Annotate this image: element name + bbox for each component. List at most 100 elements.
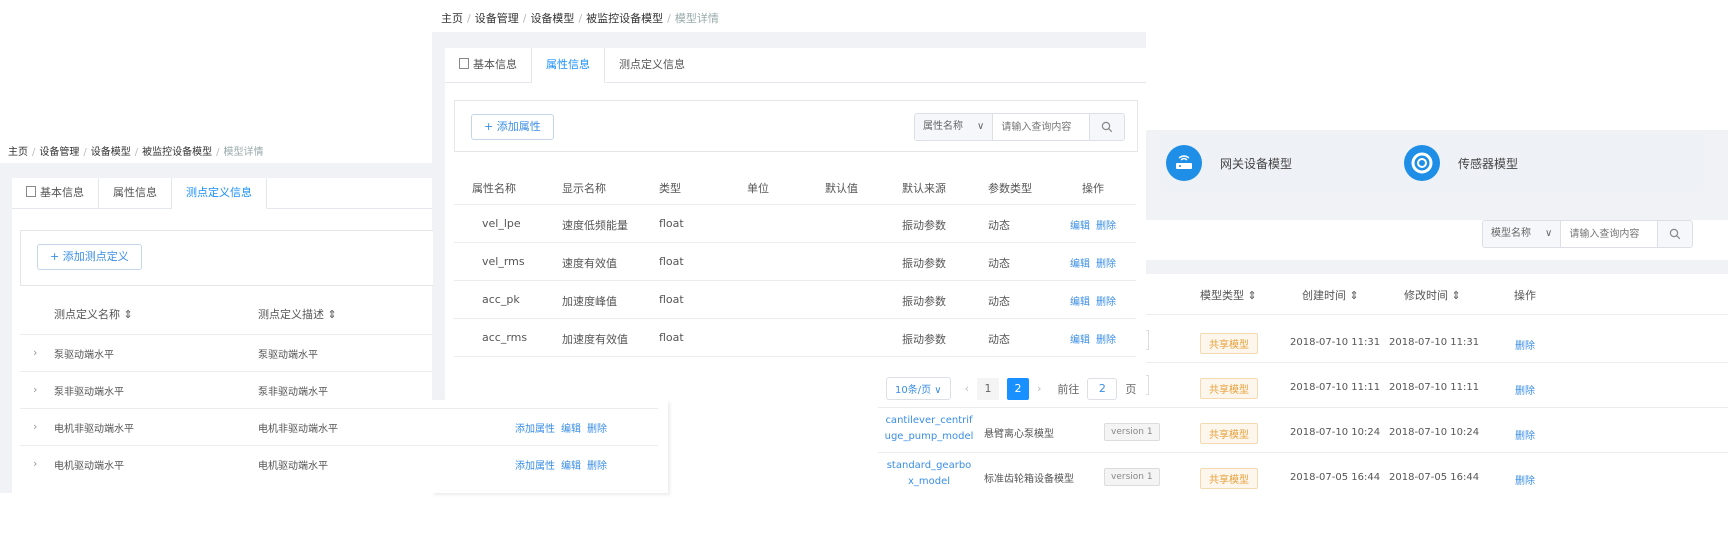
model-search-group: 模型名称 ∨: [1482, 220, 1694, 248]
add-attribute-button[interactable]: + 添加属性: [471, 114, 554, 140]
edit-link[interactable]: 编辑: [1070, 259, 1090, 270]
breadcrumb-item: 模型详情: [674, 12, 719, 25]
delete-link[interactable]: 删除: [1515, 382, 1535, 397]
measure-def-panel: 基本信息 属性信息 测点定义信息 + 添加测点定义 测点定义名称 ⇕ 测点定义描…: [0, 163, 433, 493]
page-size-select[interactable]: 10条/页 ∨: [886, 377, 951, 400]
measure-def-desc: 泵驱动端水平: [258, 350, 318, 361]
expand-chevron-icon[interactable]: ›: [33, 383, 37, 396]
breadcrumb-left: 主页 / 设备管理 / 设备模型 / 被监控设备模型 / 模型详情: [8, 143, 264, 158]
attr-cell-name: vel_lpe: [482, 217, 521, 230]
tab-basic-info[interactable]: 基本信息: [12, 178, 99, 208]
modified-time: 2018-07-10 11:31: [1389, 337, 1480, 348]
model-search-select[interactable]: 模型名称 ∨: [1483, 221, 1562, 247]
breadcrumb-item[interactable]: 主页: [8, 147, 28, 158]
model-search-input[interactable]: [1561, 221, 1658, 247]
attr-cell-display: 加速度有效值: [562, 333, 628, 346]
tab-measure-def[interactable]: 测点定义信息: [605, 48, 699, 82]
tab-attribute-info[interactable]: 属性信息: [532, 48, 605, 83]
attribute-search-input[interactable]: [993, 114, 1090, 140]
sensor-model-card[interactable]: 传感器模型: [1382, 135, 1704, 191]
jump-prefix: 前往: [1057, 382, 1080, 396]
tab-attribute-info[interactable]: 属性信息: [99, 178, 172, 208]
add-measure-def-button[interactable]: + 添加测点定义: [37, 244, 142, 270]
edit-link[interactable]: 编辑: [1070, 221, 1090, 232]
delete-link[interactable]: 删除: [587, 461, 607, 472]
jump-input[interactable]: 2: [1087, 377, 1118, 400]
col-measure-desc[interactable]: 测点定义描述 ⇕: [258, 306, 337, 322]
measure-def-desc: 电机非驱动端水平: [258, 424, 338, 435]
delete-link[interactable]: 删除: [1096, 259, 1116, 270]
delete-link[interactable]: 删除: [1096, 221, 1116, 232]
delete-link[interactable]: 删除: [1515, 337, 1535, 352]
breadcrumb-item[interactable]: 设备管理: [475, 12, 519, 25]
breadcrumb-item[interactable]: 被监控设备模型: [586, 12, 663, 25]
edit-link[interactable]: 编辑: [1070, 335, 1090, 346]
model-name-link[interactable]: standard_gearbox_model: [884, 458, 974, 490]
row-divider: [20, 408, 658, 409]
pagination: 10条/页 ∨ ‹ 1 2 › 前往 2 页: [886, 377, 1136, 400]
modified-time: 2018-07-05 16:44: [1389, 472, 1480, 483]
created-time: 2018-07-10 11:11: [1290, 382, 1381, 393]
breadcrumb-item[interactable]: 设备模型: [91, 147, 131, 158]
col-modified[interactable]: 修改时间 ⇕: [1404, 287, 1461, 303]
edit-link[interactable]: 编辑: [561, 461, 581, 472]
attribute-search-select[interactable]: 属性名称 ∨: [915, 114, 994, 140]
col-header: 类型: [659, 182, 681, 195]
breadcrumb-separator: /: [32, 147, 36, 158]
search-icon[interactable]: [1657, 221, 1693, 247]
breadcrumb-item[interactable]: 设备模型: [530, 12, 574, 25]
add-attribute-link[interactable]: 添加属性: [515, 461, 555, 472]
doc-icon: [459, 58, 469, 69]
row-actions: 编辑 删除: [1070, 217, 1122, 232]
row-divider: [878, 452, 1728, 453]
measure-def-name: 电机非驱动端水平: [54, 424, 134, 435]
breadcrumb-item[interactable]: 被监控设备模型: [142, 147, 212, 158]
col-header: 显示名称: [562, 182, 606, 195]
row-divider: [454, 280, 1136, 281]
gateway-model-card[interactable]: 网关设备模型: [1160, 135, 1396, 191]
edit-link[interactable]: 编辑: [561, 424, 581, 435]
page-1[interactable]: 1: [977, 377, 999, 400]
delete-link[interactable]: 删除: [1515, 427, 1535, 442]
delete-link[interactable]: 删除: [587, 424, 607, 435]
model-name-link[interactable]: cantilever_centrifuge_pump_model: [884, 413, 974, 445]
expand-chevron-icon[interactable]: ›: [33, 420, 37, 433]
col-created[interactable]: 创建时间 ⇕: [1302, 287, 1359, 303]
col-ops: 操作: [1514, 289, 1536, 302]
attr-cell-display: 加速度峰值: [562, 295, 617, 308]
breadcrumb-item[interactable]: 设备管理: [39, 147, 79, 158]
page-2[interactable]: 2: [1007, 377, 1029, 400]
col-model-type[interactable]: 模型类型 ⇕: [1200, 287, 1257, 303]
breadcrumb-item: 模型详情: [223, 147, 264, 158]
doc-icon: [26, 186, 36, 197]
attr-cell-name: acc_pk: [482, 293, 520, 306]
prev-page-icon[interactable]: ‹: [965, 382, 969, 395]
row-actions: 编辑 删除: [1070, 255, 1122, 270]
version-tag: version 1: [1104, 423, 1160, 441]
attr-cell-param: 动态: [988, 295, 1010, 308]
col-measure-name[interactable]: 测点定义名称 ⇕: [54, 306, 133, 322]
col-header[interactable]: 默认来源: [902, 180, 946, 196]
row-divider: [20, 371, 432, 372]
gateway-model-label: 网关设备模型: [1220, 156, 1293, 171]
tab-measure-def[interactable]: 测点定义信息: [172, 178, 267, 209]
row-actions: 编辑 删除: [1070, 293, 1122, 308]
add-attribute-link[interactable]: 添加属性: [515, 424, 555, 435]
breadcrumb-item[interactable]: 主页: [441, 12, 463, 25]
delete-link[interactable]: 删除: [1515, 472, 1535, 487]
expand-chevron-icon[interactable]: ›: [33, 346, 37, 359]
measure-def-name: 泵非驱动端水平: [54, 387, 124, 398]
tab-basic-info[interactable]: 基本信息: [445, 48, 532, 82]
search-icon[interactable]: [1089, 114, 1125, 140]
center-tabs: 基本信息 属性信息 测点定义信息: [445, 48, 1146, 83]
row-divider: [878, 407, 1728, 408]
lifebuoy-icon: [1404, 145, 1440, 181]
next-page-icon[interactable]: ›: [1037, 382, 1041, 395]
attr-cell-source: 振动参数: [902, 333, 946, 346]
model-display-name: 悬臂离心泵模型: [984, 429, 1054, 440]
expand-chevron-icon[interactable]: ›: [33, 457, 37, 470]
row-divider: [1140, 362, 1728, 363]
edit-link[interactable]: 编辑: [1070, 297, 1090, 308]
delete-link[interactable]: 删除: [1096, 335, 1116, 346]
delete-link[interactable]: 删除: [1096, 297, 1116, 308]
